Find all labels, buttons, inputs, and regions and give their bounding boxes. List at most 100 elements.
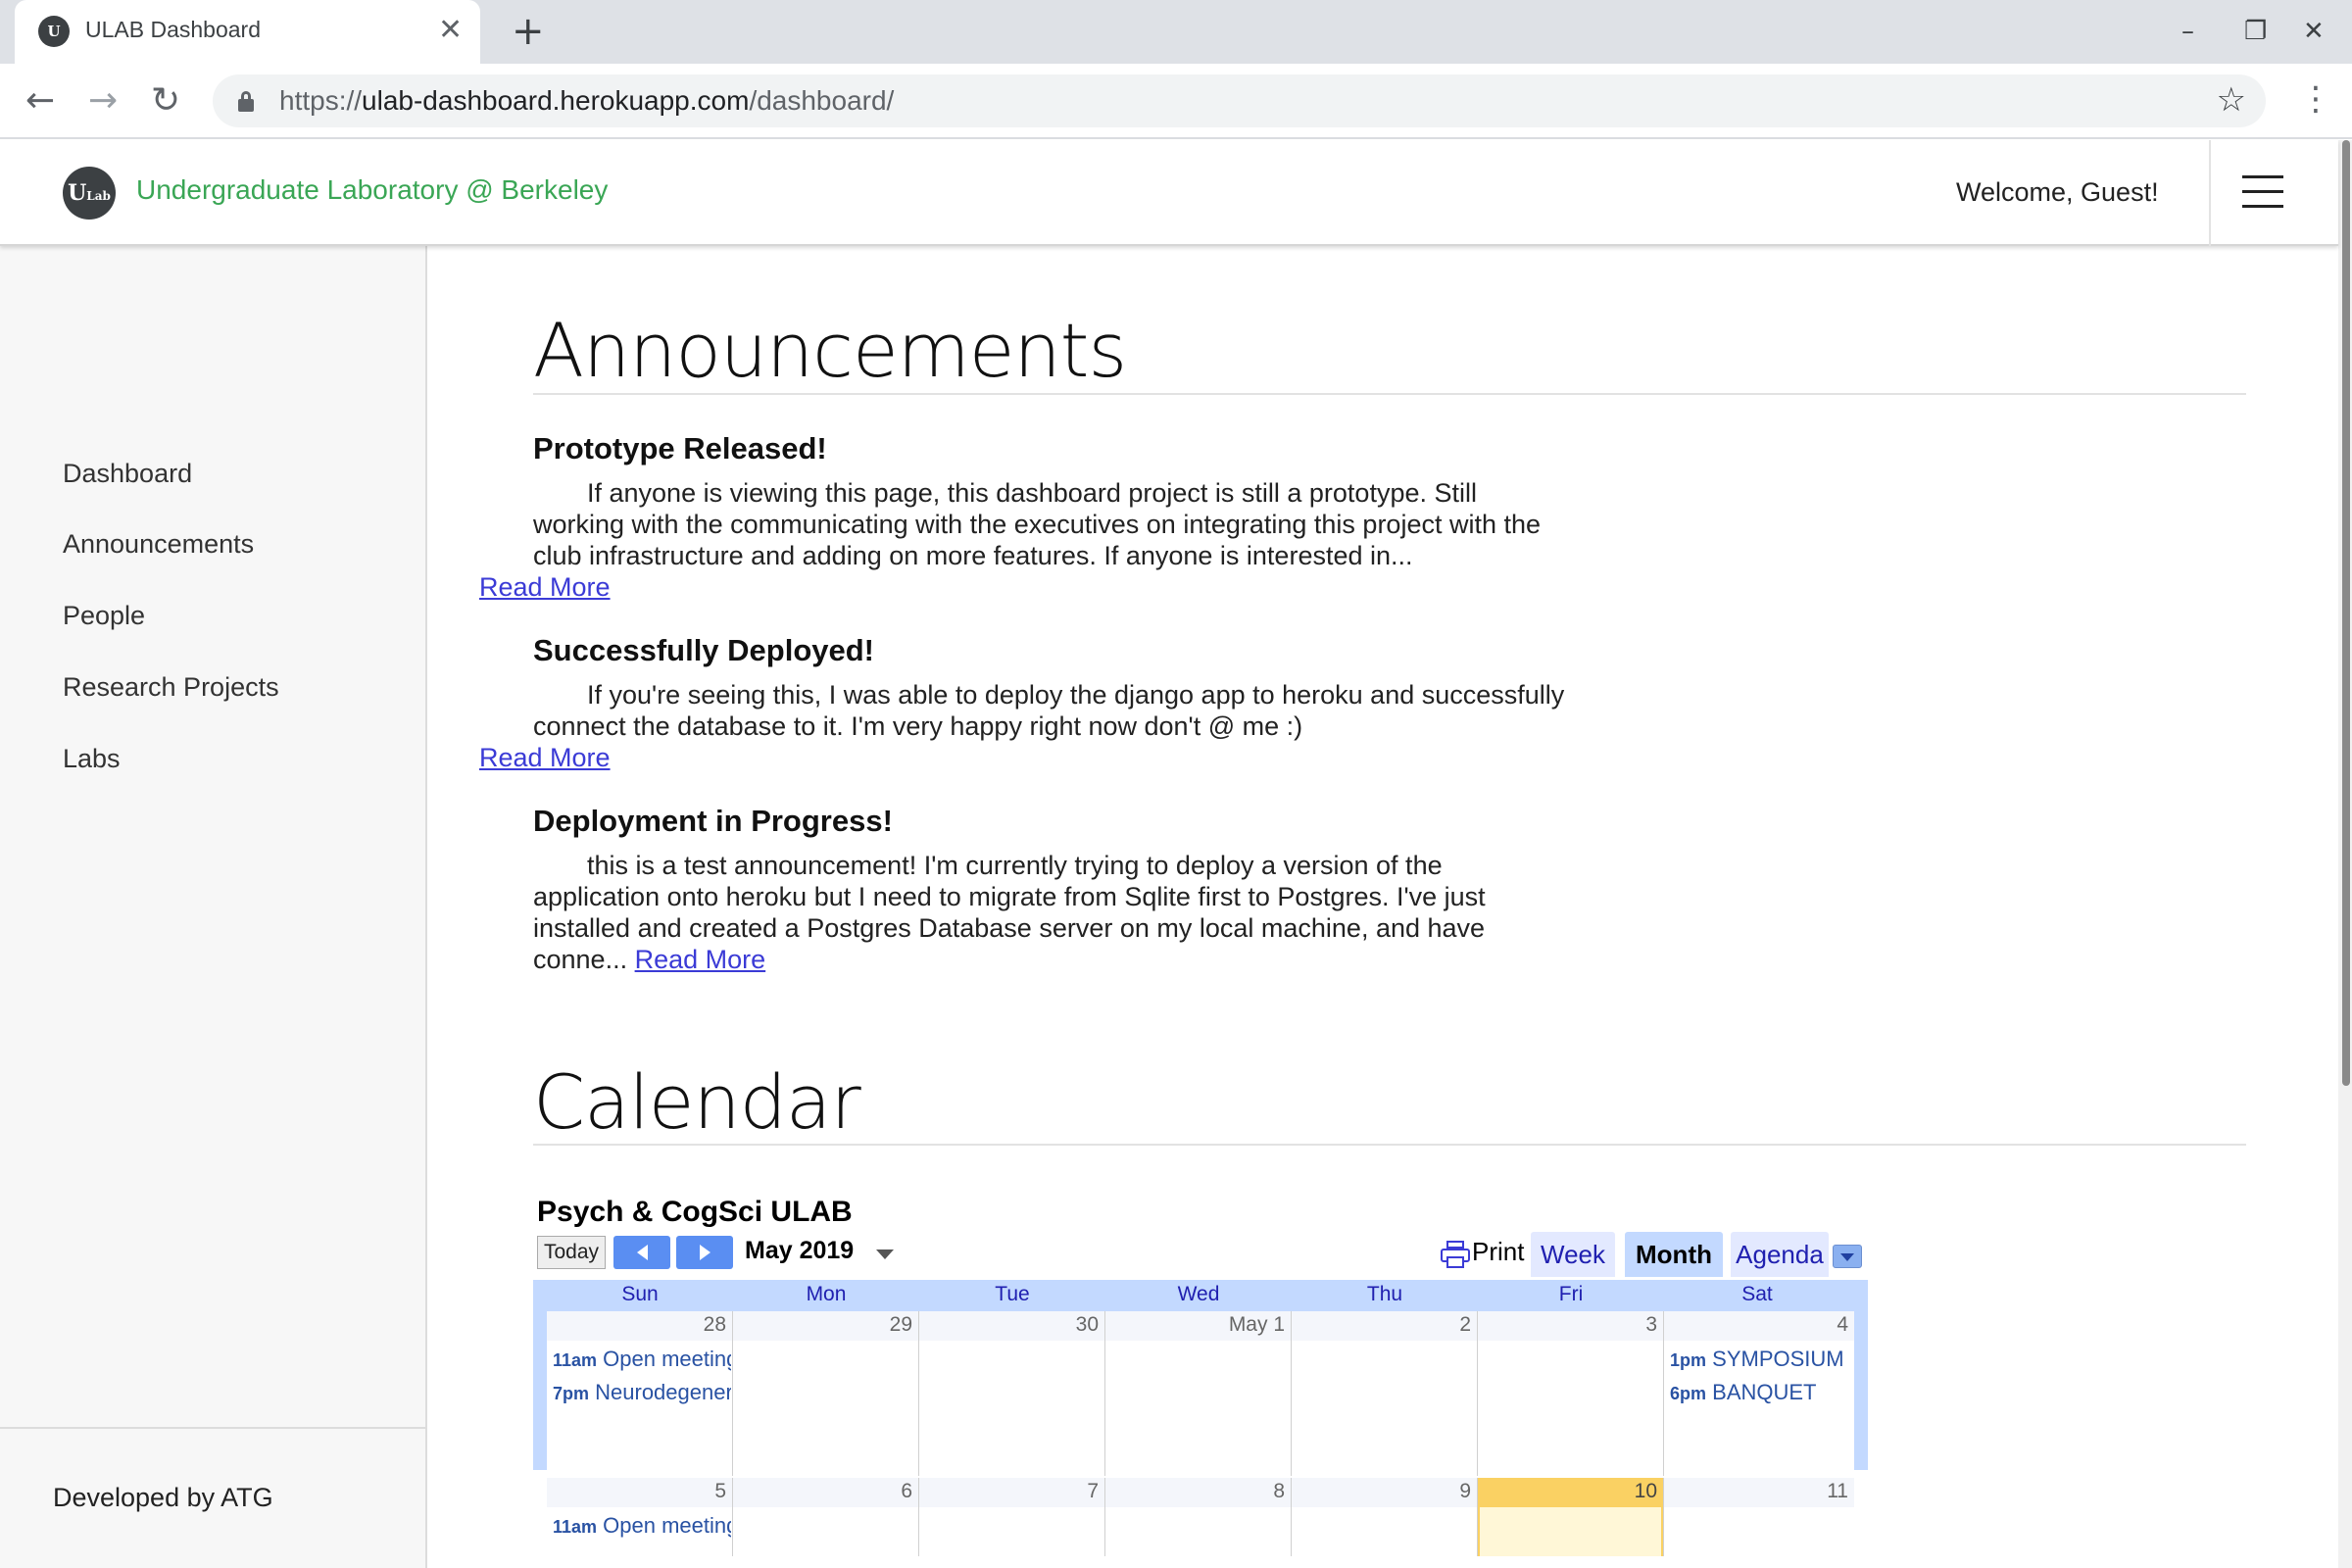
header-divider [2209,140,2211,246]
chevron-down-icon [1840,1253,1854,1261]
day-number: May 1 [1228,1313,1285,1336]
day-cell[interactable]: May 1 [1105,1311,1292,1476]
calendar-event[interactable]: 1pm SYMPOSIUM [1670,1347,1848,1372]
day-number: 7 [1087,1480,1099,1502]
day-number: 29 [889,1313,912,1336]
day-cell[interactable]: 7 [919,1478,1105,1556]
tab-agenda[interactable]: Agenda [1731,1232,1829,1277]
browser-tabstrip: U ULAB Dashboard ✕ + – ❐ ✕ [0,0,2352,64]
read-more-link[interactable]: Read More [479,742,611,773]
day-cell[interactable]: 3 [1478,1311,1664,1476]
calendar-name: Psych & CogSci ULAB [537,1196,853,1228]
calendar-week: 5 11am Open meeting 6 7 8 9 10 11 [547,1478,1854,1556]
sidebar: Dashboard Announcements People Research … [0,246,427,1568]
chevron-right-icon [700,1245,710,1260]
day-cell[interactable]: 2 [1292,1311,1478,1476]
new-tab-icon[interactable]: + [512,10,545,53]
calendar-heading: Calendar [533,1058,861,1146]
back-icon[interactable]: ← [25,81,55,121]
day-number: 2 [1459,1313,1471,1336]
announcement-body: If you're seeing this, I was able to dep… [479,680,1565,772]
calendar-event[interactable]: 7pm Neurodegeneration [553,1380,731,1405]
page-viewport: ULab Undergraduate Laboratory @ Berkeley… [0,140,2352,1568]
close-window-icon[interactable]: ✕ [2303,12,2325,51]
hamburger-menu-icon[interactable] [2242,175,2283,209]
browser-toolbar: ← → ↻ https://ulab-dashboard.herokuapp.c… [0,64,2352,139]
dow-label: Tue [995,1283,1030,1305]
address-bar[interactable]: https://ulab-dashboard.herokuapp.com/das… [213,74,2266,127]
sidebar-item-dashboard[interactable]: Dashboard [63,459,192,489]
dow-label: Fri [1558,1283,1584,1305]
calendar-event[interactable]: 11am Open meeting [553,1513,731,1539]
browser-tab[interactable]: U ULAB Dashboard ✕ [15,0,480,64]
day-cell-today[interactable]: 10 [1478,1478,1664,1556]
announcements-rule [533,393,2246,395]
dow-label: Mon [806,1283,847,1305]
read-more-link[interactable]: Read More [479,571,611,603]
day-number: 10 [1634,1480,1657,1502]
ulab-logo[interactable]: ULab [63,167,116,220]
day-cell[interactable]: 6 [733,1478,919,1556]
day-cell[interactable]: 4 1pm SYMPOSIUM 6pm BANQUET [1664,1311,1854,1476]
tab-week[interactable]: Week [1531,1232,1615,1277]
embedded-calendar: Psych & CogSci ULAB Today May 2019 Print… [533,1196,1868,1556]
sidebar-item-research-projects[interactable]: Research Projects [63,672,279,703]
day-cell[interactable]: 8 [1105,1478,1292,1556]
sidebar-item-people[interactable]: People [63,601,145,631]
calendar-month-label[interactable]: May 2019 [745,1237,854,1265]
calendar-event[interactable]: 11am Open meeting [553,1347,731,1372]
url-text[interactable]: https://ulab-dashboard.herokuapp.com/das… [279,85,894,117]
day-number: 11 [1827,1480,1848,1502]
announcement-title: Prototype Released! [533,431,827,466]
next-month-button[interactable] [676,1236,733,1269]
lock-icon[interactable] [238,90,254,112]
day-cell[interactable]: 11 [1664,1478,1854,1556]
day-number: 9 [1459,1480,1471,1502]
sidebar-item-labs[interactable]: Labs [63,744,121,774]
announcement-title: Deployment in Progress! [533,804,893,838]
day-number: 5 [714,1480,726,1502]
dow-label: Thu [1366,1283,1403,1305]
day-cell[interactable]: 29 [733,1311,919,1476]
site-header: ULab Undergraduate Laboratory @ Berkeley… [0,140,2338,246]
day-number: 4 [1837,1313,1848,1336]
prev-month-button[interactable] [613,1236,670,1269]
minimize-icon[interactable]: – [2181,12,2194,51]
bookmark-star-icon[interactable]: ☆ [2217,80,2246,120]
dow-label: Sat [1741,1283,1773,1305]
today-button[interactable]: Today [537,1236,606,1269]
forward-icon[interactable]: → [88,81,118,121]
view-options-dropdown[interactable] [1833,1245,1862,1268]
day-cell[interactable]: 30 [919,1311,1105,1476]
welcome-text: Welcome, Guest! [1956,177,2159,207]
calendar-grid: Sun Mon Tue Wed Thu Fri Sat 28 11am Open… [533,1280,1868,1556]
day-number: 8 [1273,1480,1285,1502]
announcement-title: Successfully Deployed! [533,633,875,667]
calendar-rule [533,1144,2246,1146]
calendar-event[interactable]: 6pm BANQUET [1670,1380,1848,1405]
tab-month[interactable]: Month [1625,1232,1723,1277]
read-more-link[interactable]: Read More [635,945,766,974]
sidebar-item-announcements[interactable]: Announcements [63,529,254,560]
chevron-left-icon [637,1245,648,1260]
day-cell[interactable]: 28 11am Open meeting 7pm Neurodegenerati… [547,1311,733,1476]
browser-menu-icon[interactable]: ⋮ [2299,79,2332,119]
day-number: 6 [901,1480,912,1502]
restore-icon[interactable]: ❐ [2244,12,2267,51]
day-cell[interactable]: 5 11am Open meeting [547,1478,733,1556]
day-number: 3 [1645,1313,1657,1336]
calendar-week: 28 11am Open meeting 7pm Neurodegenerati… [547,1311,1854,1476]
scrollbar-thumb[interactable] [2342,140,2350,1086]
tab-close-icon[interactable]: ✕ [438,13,463,48]
day-number: 28 [703,1313,726,1336]
month-dropdown-icon[interactable] [876,1250,894,1259]
print-button[interactable]: Print [1472,1237,1524,1267]
day-cell[interactable]: 9 [1292,1478,1478,1556]
reload-icon[interactable]: ↻ [151,81,180,121]
printer-icon[interactable] [1441,1241,1470,1268]
site-title[interactable]: Undergraduate Laboratory @ Berkeley [136,174,608,206]
announcement-body: If anyone is viewing this page, this das… [479,478,1542,602]
announcements-heading: Announcements [533,307,1127,394]
dow-label: Sun [621,1283,659,1305]
day-number: 30 [1075,1313,1099,1336]
